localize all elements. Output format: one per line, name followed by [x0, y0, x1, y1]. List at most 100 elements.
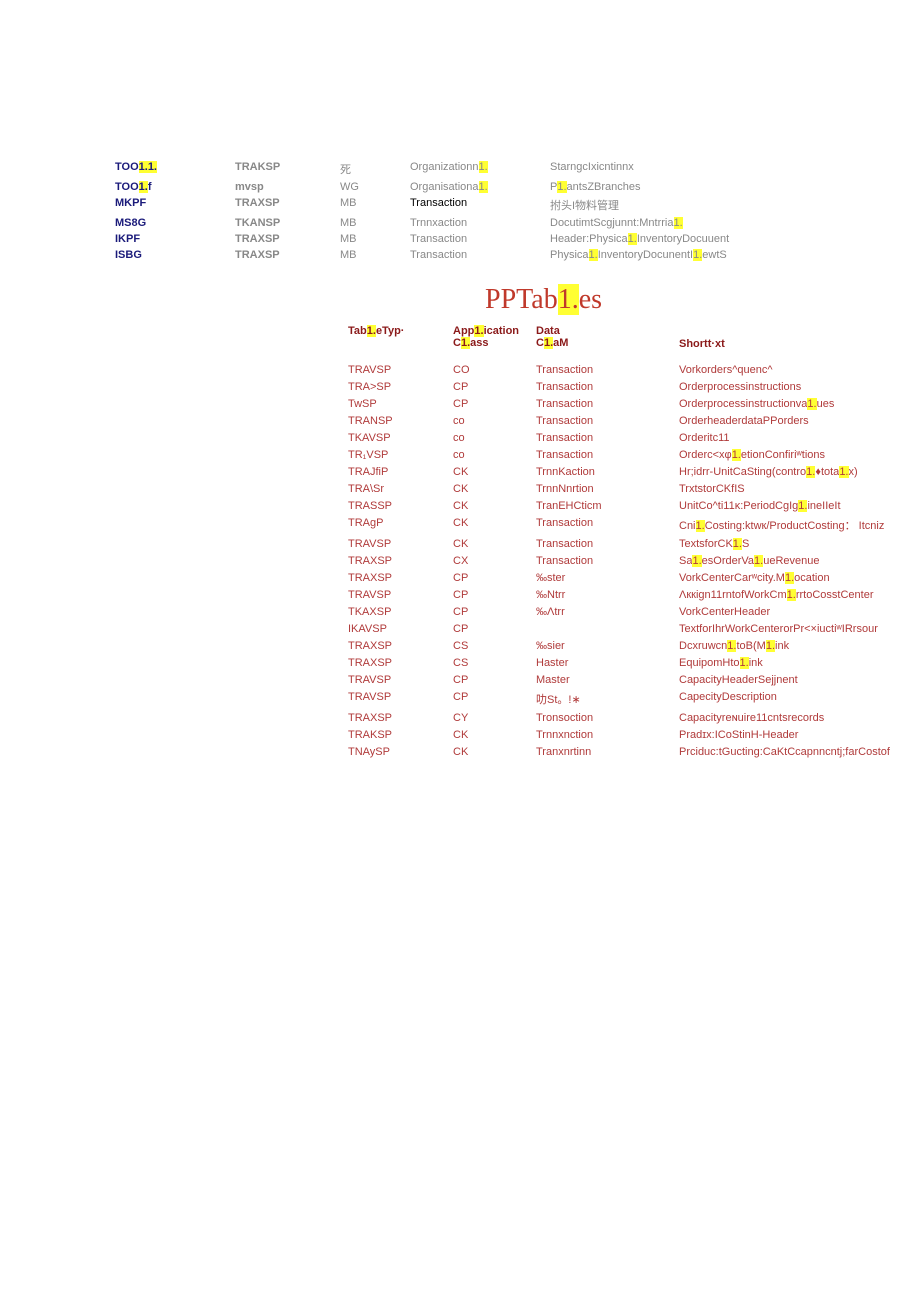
- pp-row-app: CO: [453, 363, 536, 377]
- top-table: TOO1.1.TRAKSP死Organizationn1.StarngcIxic…: [115, 160, 920, 262]
- pp-row-shorttext: TextforIhrWorkCenterorPr<×iuctiʷIRrsour: [679, 622, 920, 636]
- top-row-type: TRAXSP: [235, 248, 340, 262]
- top-row-code: ISBG: [115, 248, 235, 262]
- pp-row-dataclass: TranEHCticm: [536, 499, 679, 513]
- top-row-type: mvsp: [235, 180, 340, 194]
- pp-row-dataclass: Transaction: [536, 554, 679, 568]
- pp-row-dataclass: Tronsoction: [536, 711, 679, 725]
- pp-row-shorttext: Hr;idrr-UnitCaSting(contro1.♦tota1.x): [679, 465, 920, 479]
- pp-row-dataclass: ‰Ntrr: [536, 588, 679, 602]
- pp-row-type: TRAKSP: [348, 728, 453, 742]
- top-row-dataclass: Trnnxaction: [410, 216, 550, 230]
- pp-hdr-app: App1.ication C1.ass: [453, 324, 536, 351]
- pp-row-dataclass: Master: [536, 673, 679, 687]
- pp-row-shorttext: Orderitc11: [679, 431, 920, 445]
- pp-row-dataclass: [536, 622, 679, 636]
- top-row-app: 死: [340, 160, 410, 178]
- pp-row-app: CP: [453, 622, 536, 636]
- pp-row-shorttext: Cni1.Costing:ktwк/ProductCosting： Itcniz: [679, 516, 920, 534]
- pp-row-shorttext: EquipomHto1.ink: [679, 656, 920, 670]
- pp-row-app: co: [453, 431, 536, 445]
- top-row-app: MB: [340, 248, 410, 262]
- pp-row-app: CP: [453, 397, 536, 411]
- pp-row-type: TKAXSP: [348, 605, 453, 619]
- pp-row-shorttext: Sa1.esOrderVa1.ueRevenue: [679, 554, 920, 568]
- top-row-type: TRAXSP: [235, 196, 340, 214]
- pp-row-dataclass: Transaction: [536, 363, 679, 377]
- pp-row-shorttext: Vorkorders^quenc^: [679, 363, 920, 377]
- pp-row-dataclass: Transaction: [536, 448, 679, 462]
- pp-row-app: CK: [453, 516, 536, 534]
- pp-row-app: CS: [453, 639, 536, 653]
- pp-row-type: TRAJfiP: [348, 465, 453, 479]
- pp-row-app: CP: [453, 571, 536, 585]
- title-b: es: [579, 284, 602, 315]
- top-row-shorttext: DocutimtScgjunnt:Mntrria1.: [550, 216, 800, 230]
- pp-row-type: TRAgP: [348, 516, 453, 534]
- section-title: PPTab1.es: [485, 284, 920, 316]
- pp-row-shorttext: Orderprocessinstructions: [679, 380, 920, 394]
- top-row-shorttext: 拊头I物料管理: [550, 196, 800, 214]
- pp-row-app: CK: [453, 482, 536, 496]
- top-row-code: MKPF: [115, 196, 235, 214]
- pp-header-row: Tab1.eTyp· App1.ication C1.ass Data C1.a…: [348, 324, 920, 351]
- pp-row-type: TwSP: [348, 397, 453, 411]
- pp-row-dataclass: ‰ster: [536, 571, 679, 585]
- top-row-type: TRAKSP: [235, 160, 340, 178]
- pp-row-type: TRA\Sr: [348, 482, 453, 496]
- pp-row-type: IKAVSP: [348, 622, 453, 636]
- pp-row-app: co: [453, 448, 536, 462]
- pp-row-shorttext: Dcxruwcn1.toB(M1.ink: [679, 639, 920, 653]
- pp-row-type: TRAXSP: [348, 571, 453, 585]
- pp-row-dataclass: Transaction: [536, 431, 679, 445]
- pp-row-shorttext: TextsforCK1.S: [679, 537, 920, 551]
- pp-row-dataclass: Transaction: [536, 516, 679, 534]
- pp-row-app: CX: [453, 554, 536, 568]
- pp-row-app: CP: [453, 605, 536, 619]
- pp-row-type: TRAXSP: [348, 554, 453, 568]
- pp-hdr-data: Data C1.aM: [536, 324, 679, 351]
- pp-row-dataclass: Transaction: [536, 380, 679, 394]
- pp-row-dataclass: Transaction: [536, 397, 679, 411]
- pp-row-app: CP: [453, 588, 536, 602]
- top-row-code: IKPF: [115, 232, 235, 246]
- pp-row-shorttext: OrderheaderdataPPorders: [679, 414, 920, 428]
- pp-row-dataclass: Transaction: [536, 414, 679, 428]
- top-row-code: MS8G: [115, 216, 235, 230]
- pp-row-type: TKAVSP: [348, 431, 453, 445]
- pp-row-type: TRAXSP: [348, 639, 453, 653]
- pp-row-type: TRAVSP: [348, 363, 453, 377]
- pp-row-app: CK: [453, 499, 536, 513]
- pp-row-dataclass: Trnnxnction: [536, 728, 679, 742]
- pp-row-dataclass: ‰sier: [536, 639, 679, 653]
- pp-hdr-tabletype: Tab1.eTyp·: [348, 324, 453, 351]
- top-row-shorttext: StarngcIxicntinnx: [550, 160, 800, 178]
- pp-row-app: CP: [453, 380, 536, 394]
- pp-row-app: CK: [453, 465, 536, 479]
- top-row-app: MB: [340, 232, 410, 246]
- pp-row-shorttext: Λккign11rntofWorkCm1.rrtoCosstCenter: [679, 588, 920, 602]
- pp-row-app: co: [453, 414, 536, 428]
- pp-row-type: TNAySP: [348, 745, 453, 759]
- pp-row-type: TRASSP: [348, 499, 453, 513]
- top-row-code: TOO1.f: [115, 180, 235, 194]
- pp-table: TRAVSPCOTransactionVorkorders^quenc^TRA>…: [348, 363, 920, 759]
- top-row-shorttext: Header:Physica1.InventoryDocuuent: [550, 232, 800, 246]
- pp-row-app: CP: [453, 690, 536, 708]
- top-row-shorttext: P1.antsZBranches: [550, 180, 800, 194]
- pp-row-shorttext: VorkCenterHeader: [679, 605, 920, 619]
- pp-row-type: TRANSP: [348, 414, 453, 428]
- pp-row-dataclass: ‰Λtrr: [536, 605, 679, 619]
- pp-row-shorttext: UnitCo^ti11κ:PeriodCgIg1.ineIIeIt: [679, 499, 920, 513]
- pp-row-type: TRAXSP: [348, 656, 453, 670]
- pp-row-type: TR₁VSP: [348, 448, 453, 462]
- top-row-shorttext: Physica1.InventoryDocunentI1.ewtS: [550, 248, 800, 262]
- top-row-type: TKANSP: [235, 216, 340, 230]
- top-row-dataclass: Transaction: [410, 248, 550, 262]
- top-row-dataclass: Organizationn1.: [410, 160, 550, 178]
- pp-row-app: CY: [453, 711, 536, 725]
- top-row-dataclass: Transaction: [410, 232, 550, 246]
- top-row-dataclass: Organisationa1.: [410, 180, 550, 194]
- pp-row-shorttext: Orderc<xφ1.etionConfiriʷtions: [679, 448, 920, 462]
- pp-row-type: TRAVSP: [348, 588, 453, 602]
